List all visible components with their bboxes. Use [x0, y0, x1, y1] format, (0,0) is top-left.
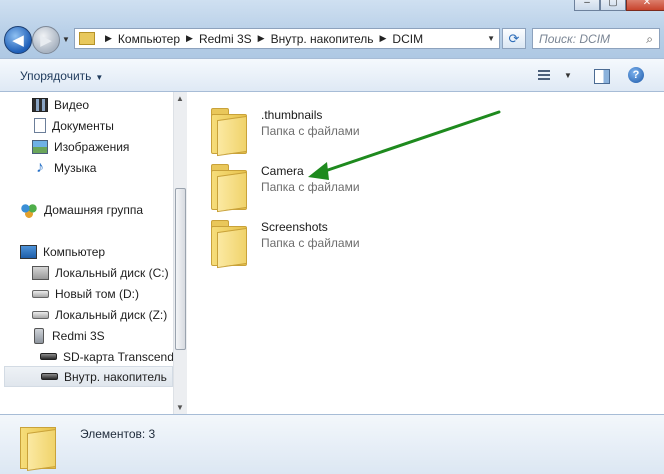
recent-pages-dropdown[interactable]: ▼ [62, 35, 70, 44]
scroll-down-icon[interactable]: ▼ [176, 403, 184, 412]
pictures-icon [32, 139, 48, 154]
sidebar-item-label: Музыка [54, 160, 97, 175]
sidebar-item-music[interactable]: ♪ Музыка [32, 157, 96, 178]
change-view-icon[interactable] [538, 68, 554, 82]
breadcrumb-separator-icon[interactable]: ▶ [379, 33, 386, 44]
sidebar-item-label: Локальный диск (Z:) [55, 307, 168, 322]
file-list: .thumbnails Папка с файлами Camera Папка… [187, 92, 664, 414]
window-controls: – ▢ ✕ [574, 0, 664, 11]
navigation-pane: Видео Документы Изображения ♪ Музыка Дом… [0, 92, 173, 414]
sidebar-item-homegroup[interactable]: Домашняя группа [20, 199, 143, 220]
sidebar-item-label: Домашняя группа [44, 202, 144, 217]
breadcrumb-computer[interactable]: Компьютер [118, 32, 180, 46]
sidebar-item-internal-storage[interactable]: Внутр. накопитель [4, 366, 173, 387]
back-button[interactable]: ◀ [4, 26, 32, 54]
minimize-icon[interactable]: – [574, 0, 600, 11]
scroll-up-icon[interactable]: ▲ [176, 94, 184, 103]
sidebar-item-label: Компьютер [43, 244, 106, 259]
storage-icon [41, 373, 58, 380]
preview-pane-icon[interactable] [594, 69, 610, 84]
sidebar-item-label: Внутр. накопитель [64, 369, 167, 384]
video-icon [32, 97, 48, 112]
command-bar: Упорядочить ▼ ▼ ? [0, 58, 664, 92]
address-bar[interactable]: ▶ Компьютер ▶ Redmi 3S ▶ Внутр. накопите… [74, 28, 500, 49]
sidebar-item-label: Redmi 3S [52, 328, 105, 343]
organize-label: Упорядочить [20, 69, 92, 83]
system-drive-icon [32, 265, 49, 280]
chevron-down-icon: ▼ [95, 73, 104, 82]
sidebar-item-label: Новый том (D:) [55, 286, 139, 301]
breadcrumb-storage[interactable]: Внутр. накопитель [271, 32, 374, 46]
search-input[interactable]: Поиск: DCIM ⌕ [532, 28, 660, 49]
item-count: Элементов: 3 [80, 427, 156, 441]
maximize-icon[interactable]: ▢ [600, 0, 626, 11]
storage-icon [40, 353, 57, 360]
sidebar-item-documents[interactable]: Документы [32, 115, 114, 136]
sidebar-scrollbar[interactable]: ▲ ▼ [173, 92, 187, 414]
search-icon[interactable]: ⌕ [646, 32, 653, 47]
close-icon[interactable]: ✕ [626, 0, 664, 11]
forward-button[interactable]: ▶ [32, 26, 60, 54]
sidebar-item-label: Локальный диск (C:) [55, 265, 169, 280]
breadcrumb-phone[interactable]: Redmi 3S [199, 32, 252, 46]
homegroup-icon [20, 201, 38, 218]
forward-arrow-icon: ▶ [40, 32, 52, 49]
documents-icon [34, 118, 46, 133]
refresh-icon: ⟳ [508, 30, 520, 46]
back-arrow-icon: ◀ [12, 32, 24, 49]
status-bar: Элементов: 3 [0, 414, 664, 474]
refresh-button[interactable]: ⟳ [502, 28, 526, 49]
view-options-dropdown[interactable]: ▼ [564, 71, 572, 80]
organize-button[interactable]: Упорядочить ▼ [20, 69, 103, 83]
drive-icon [32, 289, 49, 298]
window-chrome: – ▢ ✕ ◀ ▶ ▼ ▶ Компьютер ▶ Redmi 3S ▶ Вну… [0, 0, 664, 58]
phone-icon [34, 327, 44, 344]
computer-icon [20, 244, 37, 259]
sidebar-item-sd-card[interactable]: SD-карта Transcend [40, 346, 173, 367]
sidebar-item-drive-d[interactable]: Новый том (D:) [32, 283, 139, 304]
help-icon[interactable]: ? [628, 67, 644, 83]
address-dropdown-icon[interactable]: ▼ [487, 34, 495, 43]
sidebar-item-label: SD-карта Transcend [63, 349, 173, 364]
sidebar-item-drive-z[interactable]: Локальный диск (Z:) [32, 304, 167, 325]
sidebar-item-computer[interactable]: Компьютер [20, 241, 105, 262]
annotation-arrow [308, 110, 501, 180]
sidebar-item-video[interactable]: Видео [32, 94, 89, 115]
breadcrumb-separator-icon[interactable]: ▶ [258, 33, 265, 44]
sidebar-item-drive-c[interactable]: Локальный диск (C:) [32, 262, 169, 283]
search-placeholder: Поиск: DCIM [539, 31, 611, 46]
sidebar-item-label: Видео [54, 97, 90, 112]
sidebar-item-label: Документы [52, 118, 114, 133]
music-icon: ♪ [36, 158, 44, 176]
sidebar-item-redmi[interactable]: Redmi 3S [30, 325, 105, 346]
sidebar-item-pictures[interactable]: Изображения [32, 136, 129, 157]
folder-icon [20, 421, 56, 472]
drive-icon [32, 310, 49, 319]
sidebar-item-label: Изображения [54, 139, 130, 154]
folder-icon [79, 32, 95, 45]
breadcrumb-separator-icon[interactable]: ▶ [186, 33, 193, 44]
breadcrumb-separator-icon[interactable]: ▶ [105, 33, 112, 44]
breadcrumb-dcim[interactable]: DCIM [392, 32, 423, 46]
scrollbar-thumb[interactable] [175, 188, 186, 350]
